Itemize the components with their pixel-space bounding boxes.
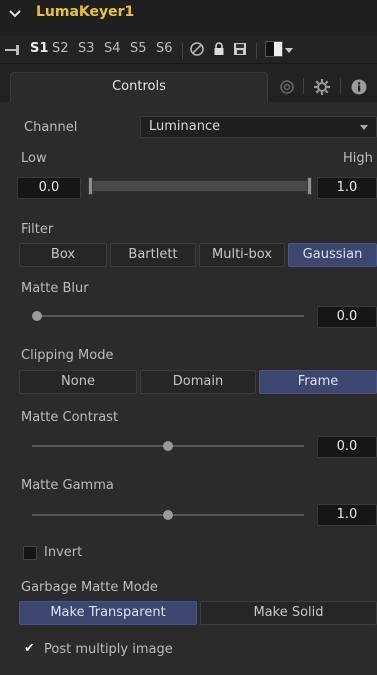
matte-contrast-slider-handle[interactable] [163,441,173,451]
filter-box-button[interactable]: Box [19,243,107,267]
invert-checkbox[interactable] [23,546,37,560]
matte-contrast-label: Matte Contrast [21,410,119,425]
matte-blur-slider-handle[interactable] [32,311,42,321]
color-swatch-icon[interactable] [265,41,283,57]
filter-label: Filter [21,222,54,237]
channel-value: Luminance [149,119,221,134]
matte-blur-label: Matte Blur [21,281,89,296]
low-label: Low [21,151,47,166]
version-s4[interactable]: S4 [104,41,121,56]
filter-bartlett-button[interactable]: Bartlett [110,243,196,267]
separator [303,78,304,94]
low-range-handle[interactable] [88,177,93,195]
version-s6[interactable]: S6 [156,41,173,56]
filter-multi-box-button[interactable]: Multi-box [199,243,285,267]
info-icon[interactable] [350,78,368,96]
matte-gamma-value[interactable]: 1.0 [317,504,377,526]
low-value-field[interactable]: 0.0 [17,177,81,199]
save-icon[interactable] [232,41,248,57]
garbage-matte-mode-label: Garbage Matte Mode [21,580,158,595]
separator [182,43,183,59]
high-value-field[interactable]: 1.0 [317,177,377,199]
disable-icon[interactable] [189,41,205,57]
tab-controls[interactable]: Controls [10,72,268,102]
invert-label: Invert [44,545,83,560]
clipping-domain-button[interactable]: Domain [140,370,256,394]
settings-gear-icon[interactable] [313,78,331,96]
post-multiply-label: Post multiply image [44,642,173,657]
pin-icon[interactable] [4,43,24,57]
matte-contrast-value[interactable]: 0.0 [317,436,377,458]
low-high-range-bar[interactable] [88,180,312,192]
separator [340,78,341,94]
post-multiply-checkmark-icon[interactable]: ✔ [24,641,35,656]
dropdown-arrow-icon [360,125,368,130]
separator [256,43,257,59]
version-s2[interactable]: S2 [52,41,69,56]
make-transparent-button[interactable]: Make Transparent [19,601,197,625]
clipping-none-button[interactable]: None [19,370,137,394]
version-s3[interactable]: S3 [78,41,95,56]
high-range-handle[interactable] [307,177,312,195]
high-label: High [343,151,373,166]
clipping-mode-label: Clipping Mode [21,348,114,363]
lock-icon[interactable] [211,41,227,57]
channel-dropdown[interactable]: Luminance [140,116,377,138]
matte-gamma-slider-handle[interactable] [163,510,173,520]
modifiers-tab-icon[interactable] [278,78,296,96]
filter-gaussian-button[interactable]: Gaussian [288,243,377,267]
version-s1[interactable]: S1 [30,41,48,56]
matte-blur-track[interactable] [32,315,304,317]
chevron-down-icon[interactable] [285,48,293,54]
matte-gamma-label: Matte Gamma [21,478,114,493]
matte-blur-value[interactable]: 0.0 [317,306,377,328]
channel-label: Channel [24,120,78,135]
tool-title: LumaKeyer1 [36,4,135,20]
make-solid-button[interactable]: Make Solid [200,601,377,625]
collapse-chevron-icon[interactable] [8,7,22,21]
version-s5[interactable]: S5 [130,41,147,56]
clipping-frame-button[interactable]: Frame [259,370,377,394]
